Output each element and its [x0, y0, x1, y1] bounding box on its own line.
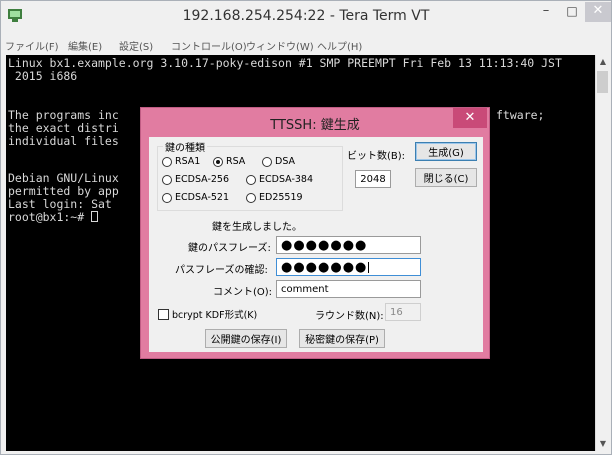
terminal-line: 2015 i686	[8, 69, 78, 83]
status-text: 鍵を生成しました。	[212, 222, 302, 233]
menu-help[interactable]: ヘルプ(H)	[317, 38, 362, 53]
bcrypt-checkbox[interactable]: bcrypt KDF形式(K)	[158, 307, 257, 321]
radio-ecdsa-384[interactable]: ECDSA-384	[246, 174, 313, 185]
terminal-line: Linux bx1.example.org 3.10.17-poky-ediso…	[8, 56, 562, 70]
confirm-label: パスフレーズの確認:	[175, 265, 268, 276]
terminal-line: individual files	[8, 134, 119, 148]
radio-rsa1[interactable]: RSA1	[162, 156, 200, 167]
radio-ed25519-circle	[246, 192, 256, 203]
radio-dsa[interactable]: DSA	[262, 156, 295, 167]
radio-ecdsa-521-label: ECDSA-521	[175, 192, 230, 203]
close-button[interactable]: ✕	[585, 2, 611, 22]
radio-ecdsa-384-label: ECDSA-384	[259, 174, 314, 185]
radio-ecdsa-256-label: ECDSA-256	[175, 174, 230, 185]
passphrase-input[interactable]: ●●●●●●●	[276, 236, 421, 254]
dialog-body: 鍵の種類 RSA1 RSA DSA ECDSA-256 ECDSA-384 EC…	[149, 137, 483, 352]
confirm-value: ●●●●●●●	[281, 259, 368, 275]
radio-ecdsa-256[interactable]: ECDSA-256	[162, 174, 229, 185]
terminal-prompt: root@bx1:~#	[8, 210, 99, 224]
rounds-input[interactable]: 16	[385, 303, 421, 321]
bcrypt-checkbox-box	[158, 308, 169, 320]
title-bar: 192.168.254.254:22 - Tera Term VT – □ ✕	[1, 1, 611, 31]
radio-ecdsa-256-circle	[162, 174, 172, 185]
radio-ecdsa-521-circle	[162, 192, 172, 203]
passphrase-value: ●●●●●●●	[281, 237, 368, 253]
prompt-text: root@bx1:~#	[8, 210, 92, 224]
radio-ecdsa-384-circle	[246, 174, 256, 185]
radio-ed25519[interactable]: ED25519	[246, 192, 303, 203]
keygen-dialog: TTSSH: 鍵生成 ✕ 鍵の種類 RSA1 RSA DSA ECDSA-256…	[140, 107, 490, 359]
comment-input[interactable]: comment	[276, 280, 421, 298]
save-public-key-button[interactable]: 公開鍵の保存(I)	[205, 329, 287, 348]
radio-rsa1-circle	[162, 156, 172, 167]
radio-ed25519-label: ED25519	[259, 192, 303, 203]
radio-rsa-circle	[213, 156, 223, 167]
window-title: 192.168.254.254:22 - Tera Term VT	[182, 8, 430, 24]
scroll-thumb[interactable]	[597, 71, 608, 93]
menu-edit[interactable]: 編集(E)	[68, 38, 102, 53]
rounds-label: ラウンド数(N):	[315, 311, 384, 322]
radio-rsa-label: RSA	[226, 156, 246, 167]
terminal-line-tail: ftware;	[496, 108, 545, 122]
menu-setup[interactable]: 設定(S)	[119, 38, 153, 53]
passphrase-label: 鍵のパスフレーズ:	[188, 243, 271, 254]
close-dialog-button[interactable]: 閉じる(C)	[415, 168, 477, 187]
minimize-button[interactable]: –	[533, 2, 559, 22]
radio-ecdsa-521[interactable]: ECDSA-521	[162, 192, 229, 203]
dialog-close-button[interactable]: ✕	[453, 108, 487, 128]
bits-input[interactable]: 2048	[355, 170, 391, 188]
bcrypt-label: bcrypt KDF形式(K)	[172, 310, 258, 321]
radio-dsa-circle	[262, 156, 272, 167]
save-private-key-button[interactable]: 秘密鍵の保存(P)	[299, 329, 385, 348]
radio-dsa-label: DSA	[275, 156, 296, 167]
generate-button[interactable]: 生成(G)	[415, 142, 477, 161]
terminal-cursor	[91, 211, 99, 222]
comment-label: コメント(O):	[213, 287, 273, 298]
menu-bar: ファイル(F) 編集(E) 設定(S) コントロール(O) ウィンドウ(W) ヘ…	[1, 36, 611, 54]
confirm-passphrase-input[interactable]: ●●●●●●●	[276, 258, 421, 276]
bits-label: ビット数(B):	[347, 151, 406, 162]
maximize-button[interactable]: □	[559, 2, 585, 22]
vertical-scrollbar[interactable]: ▲ ▼	[595, 55, 609, 451]
dialog-title: TTSSH: 鍵生成	[270, 118, 360, 133]
menu-window[interactable]: ウィンドウ(W)	[246, 38, 314, 53]
text-caret	[368, 261, 370, 273]
radio-rsa[interactable]: RSA	[213, 156, 245, 167]
menu-file[interactable]: ファイル(F)	[5, 38, 59, 53]
radio-rsa1-label: RSA1	[175, 156, 201, 167]
scroll-down-icon[interactable]: ▼	[596, 437, 610, 451]
scroll-up-icon[interactable]: ▲	[596, 55, 610, 69]
key-type-label: 鍵の種類	[163, 139, 207, 154]
menu-control[interactable]: コントロール(O)	[171, 38, 247, 53]
